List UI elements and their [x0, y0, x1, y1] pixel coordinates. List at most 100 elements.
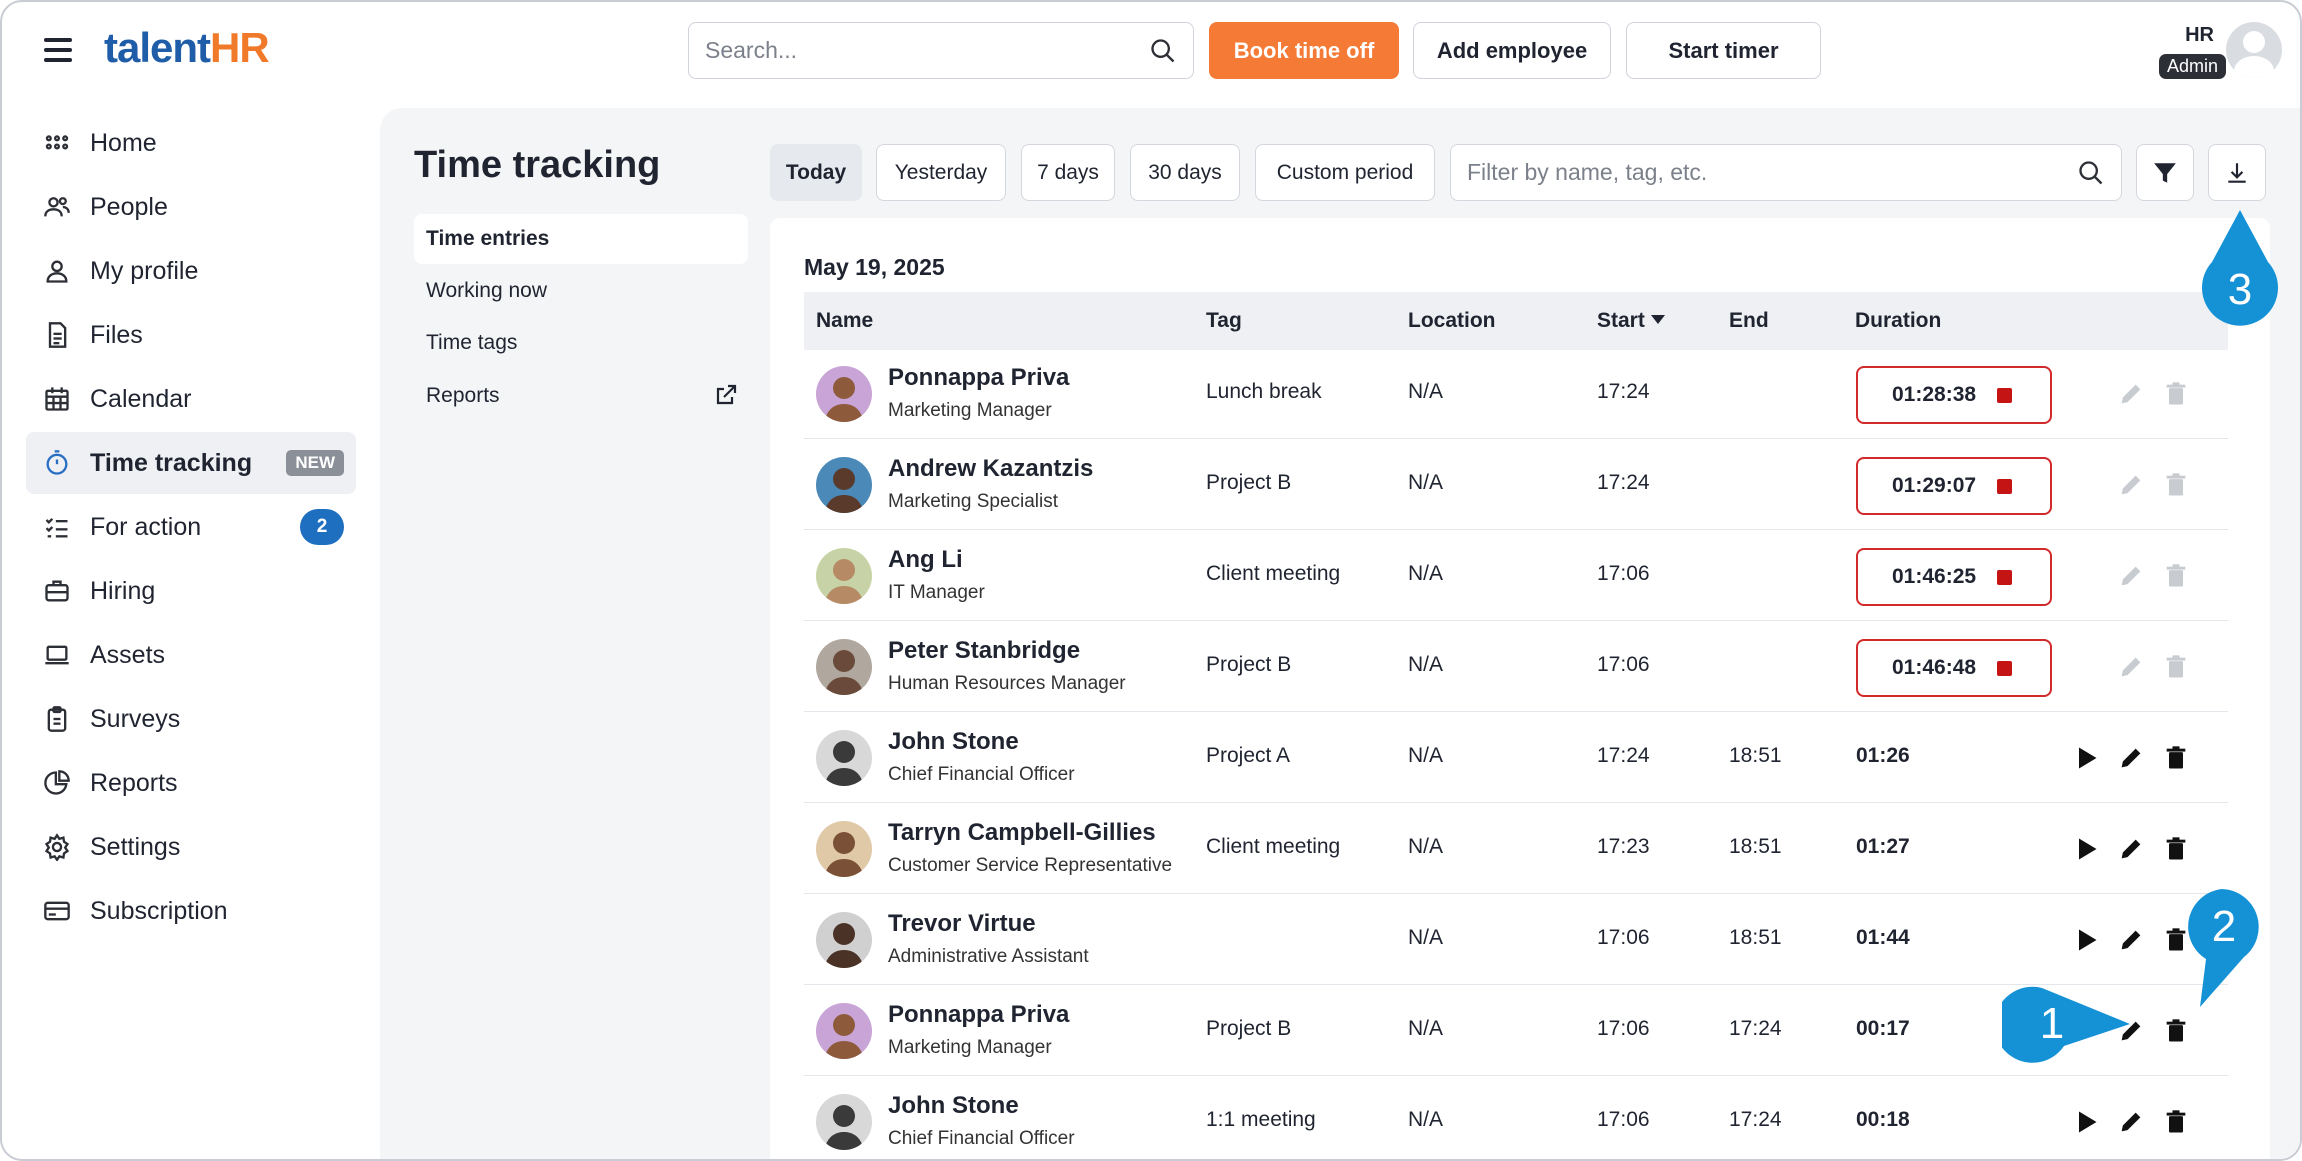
- trash-icon: [2162, 837, 2190, 867]
- delete-button[interactable]: [2162, 1017, 2190, 1045]
- stop-icon[interactable]: [1997, 570, 2012, 585]
- running-timer[interactable]: 01:46:25: [1856, 548, 2052, 606]
- edit-button[interactable]: [2117, 926, 2145, 954]
- edit-button[interactable]: [2117, 653, 2145, 681]
- employee-name[interactable]: Ang Li: [888, 546, 963, 574]
- delete-button[interactable]: [2162, 471, 2190, 499]
- logo[interactable]: talentHR: [104, 24, 270, 72]
- employee-name[interactable]: Peter Stanbridge: [888, 637, 1080, 665]
- download-button[interactable]: [2208, 144, 2266, 201]
- calendar-icon: [42, 384, 72, 414]
- employee-name[interactable]: Ponnappa Priva: [888, 1001, 1069, 1029]
- sidebar-item-time-tracking[interactable]: Time tracking NEW: [26, 432, 356, 494]
- subnav-time-entries[interactable]: Time entries: [414, 214, 748, 264]
- sidebar-item-surveys[interactable]: Surveys: [26, 688, 356, 750]
- duration-value: 00:18: [1856, 1108, 1910, 1131]
- sidebar-item-files[interactable]: Files: [26, 304, 356, 366]
- delete-button[interactable]: [2162, 562, 2190, 590]
- stop-icon[interactable]: [1997, 661, 2012, 676]
- delete-button[interactable]: [2162, 744, 2190, 772]
- employee-avatar[interactable]: [816, 1003, 872, 1059]
- user-icon: [42, 256, 72, 286]
- table-row[interactable]: Peter Stanbridge Human Resources Manager…: [804, 623, 2228, 712]
- range-yesterday-button[interactable]: Yesterday: [876, 144, 1006, 201]
- delete-button[interactable]: [2162, 653, 2190, 681]
- resume-button[interactable]: [2072, 1108, 2100, 1136]
- table-row[interactable]: John Stone Chief Financial Officer Proje…: [804, 714, 2228, 803]
- subnav-working-now[interactable]: Working now: [414, 266, 748, 316]
- delete-button[interactable]: [2162, 1108, 2190, 1136]
- table-row[interactable]: John Stone Chief Financial Officer 1:1 m…: [804, 1078, 2228, 1159]
- filter-placeholder: Filter by name, tag, etc.: [1467, 159, 1708, 185]
- sidebar-item-reports[interactable]: Reports: [26, 752, 356, 814]
- sidebar-item-label: Reports: [90, 768, 178, 797]
- employee-avatar[interactable]: [816, 366, 872, 422]
- resume-button[interactable]: [2072, 926, 2100, 954]
- col-duration[interactable]: Duration: [1855, 309, 1941, 333]
- hamburger-menu-icon[interactable]: [44, 38, 72, 62]
- table-row[interactable]: Tarryn Campbell-Gillies Customer Service…: [804, 805, 2228, 894]
- employee-name[interactable]: Andrew Kazantzis: [888, 455, 1093, 483]
- running-timer[interactable]: 01:46:48: [1856, 639, 2052, 697]
- delete-button[interactable]: [2162, 380, 2190, 408]
- resume-button[interactable]: [2072, 835, 2100, 863]
- running-timer[interactable]: 01:29:07: [1856, 457, 2052, 515]
- col-location[interactable]: Location: [1408, 309, 1496, 333]
- col-tag[interactable]: Tag: [1206, 309, 1242, 333]
- sidebar-item-calendar[interactable]: Calendar: [26, 368, 356, 430]
- search-input[interactable]: Search...: [688, 22, 1194, 79]
- sidebar-item-home[interactable]: Home: [26, 112, 356, 174]
- location-cell: N/A: [1408, 926, 1444, 949]
- col-start[interactable]: Start: [1597, 309, 1665, 333]
- sidebar-item-assets[interactable]: Assets: [26, 624, 356, 686]
- range-custom-period-button[interactable]: Custom period: [1255, 144, 1435, 201]
- book-time-off-button[interactable]: Book time off: [1209, 22, 1399, 79]
- stop-icon[interactable]: [1997, 388, 2012, 403]
- employee-avatar[interactable]: [816, 548, 872, 604]
- delete-button[interactable]: [2162, 835, 2190, 863]
- table-row[interactable]: Ponnappa Priva Marketing Manager Lunch b…: [804, 350, 2228, 439]
- page-title: Time tracking: [414, 144, 661, 186]
- sidebar-item-my-profile[interactable]: My profile: [26, 240, 356, 302]
- subnav-reports[interactable]: Reports: [414, 371, 748, 421]
- edit-button[interactable]: [2117, 471, 2145, 499]
- edit-button[interactable]: [2117, 835, 2145, 863]
- running-timer[interactable]: 01:28:38: [1856, 366, 2052, 424]
- employee-avatar[interactable]: [816, 730, 872, 786]
- edit-button[interactable]: [2117, 380, 2145, 408]
- range-30-days-button[interactable]: 30 days: [1130, 144, 1240, 201]
- employee-name[interactable]: John Stone: [888, 728, 1019, 756]
- sidebar-item-for-action[interactable]: For action 2: [26, 496, 356, 558]
- employee-avatar[interactable]: [816, 457, 872, 513]
- resume-button[interactable]: [2072, 744, 2100, 772]
- edit-button[interactable]: [2117, 744, 2145, 772]
- sidebar-item-hiring[interactable]: Hiring: [26, 560, 356, 622]
- subnav-time-tags[interactable]: Time tags: [414, 318, 748, 368]
- filter-input[interactable]: Filter by name, tag, etc.: [1450, 144, 2122, 201]
- user-avatar[interactable]: [2226, 22, 2282, 78]
- pie-chart-icon: [42, 768, 72, 798]
- col-end[interactable]: End: [1729, 309, 1769, 333]
- table-row[interactable]: Andrew Kazantzis Marketing Specialist Pr…: [804, 441, 2228, 530]
- add-employee-button[interactable]: Add employee: [1413, 22, 1611, 79]
- sidebar-item-subscription[interactable]: Subscription: [26, 880, 356, 942]
- range-today-button[interactable]: Today: [770, 144, 862, 201]
- employee-avatar[interactable]: [816, 821, 872, 877]
- stop-icon[interactable]: [1997, 479, 2012, 494]
- employee-name[interactable]: Ponnappa Priva: [888, 364, 1069, 392]
- table-row[interactable]: Ang Li IT Manager Client meeting N/A 17:…: [804, 532, 2228, 621]
- employee-name[interactable]: Trevor Virtue: [888, 910, 1036, 938]
- edit-button[interactable]: [2117, 1108, 2145, 1136]
- employee-name[interactable]: John Stone: [888, 1092, 1019, 1120]
- employee-avatar[interactable]: [816, 639, 872, 695]
- range-7-days-button[interactable]: 7 days: [1021, 144, 1115, 201]
- start-timer-button[interactable]: Start timer: [1626, 22, 1821, 79]
- sidebar-item-people[interactable]: People: [26, 176, 356, 238]
- sidebar-item-settings[interactable]: Settings: [26, 816, 356, 878]
- employee-avatar[interactable]: [816, 1094, 872, 1150]
- employee-name[interactable]: Tarryn Campbell-Gillies: [888, 819, 1156, 847]
- edit-button[interactable]: [2117, 562, 2145, 590]
- col-name[interactable]: Name: [816, 309, 873, 333]
- filter-button[interactable]: [2136, 144, 2194, 201]
- employee-avatar[interactable]: [816, 912, 872, 968]
